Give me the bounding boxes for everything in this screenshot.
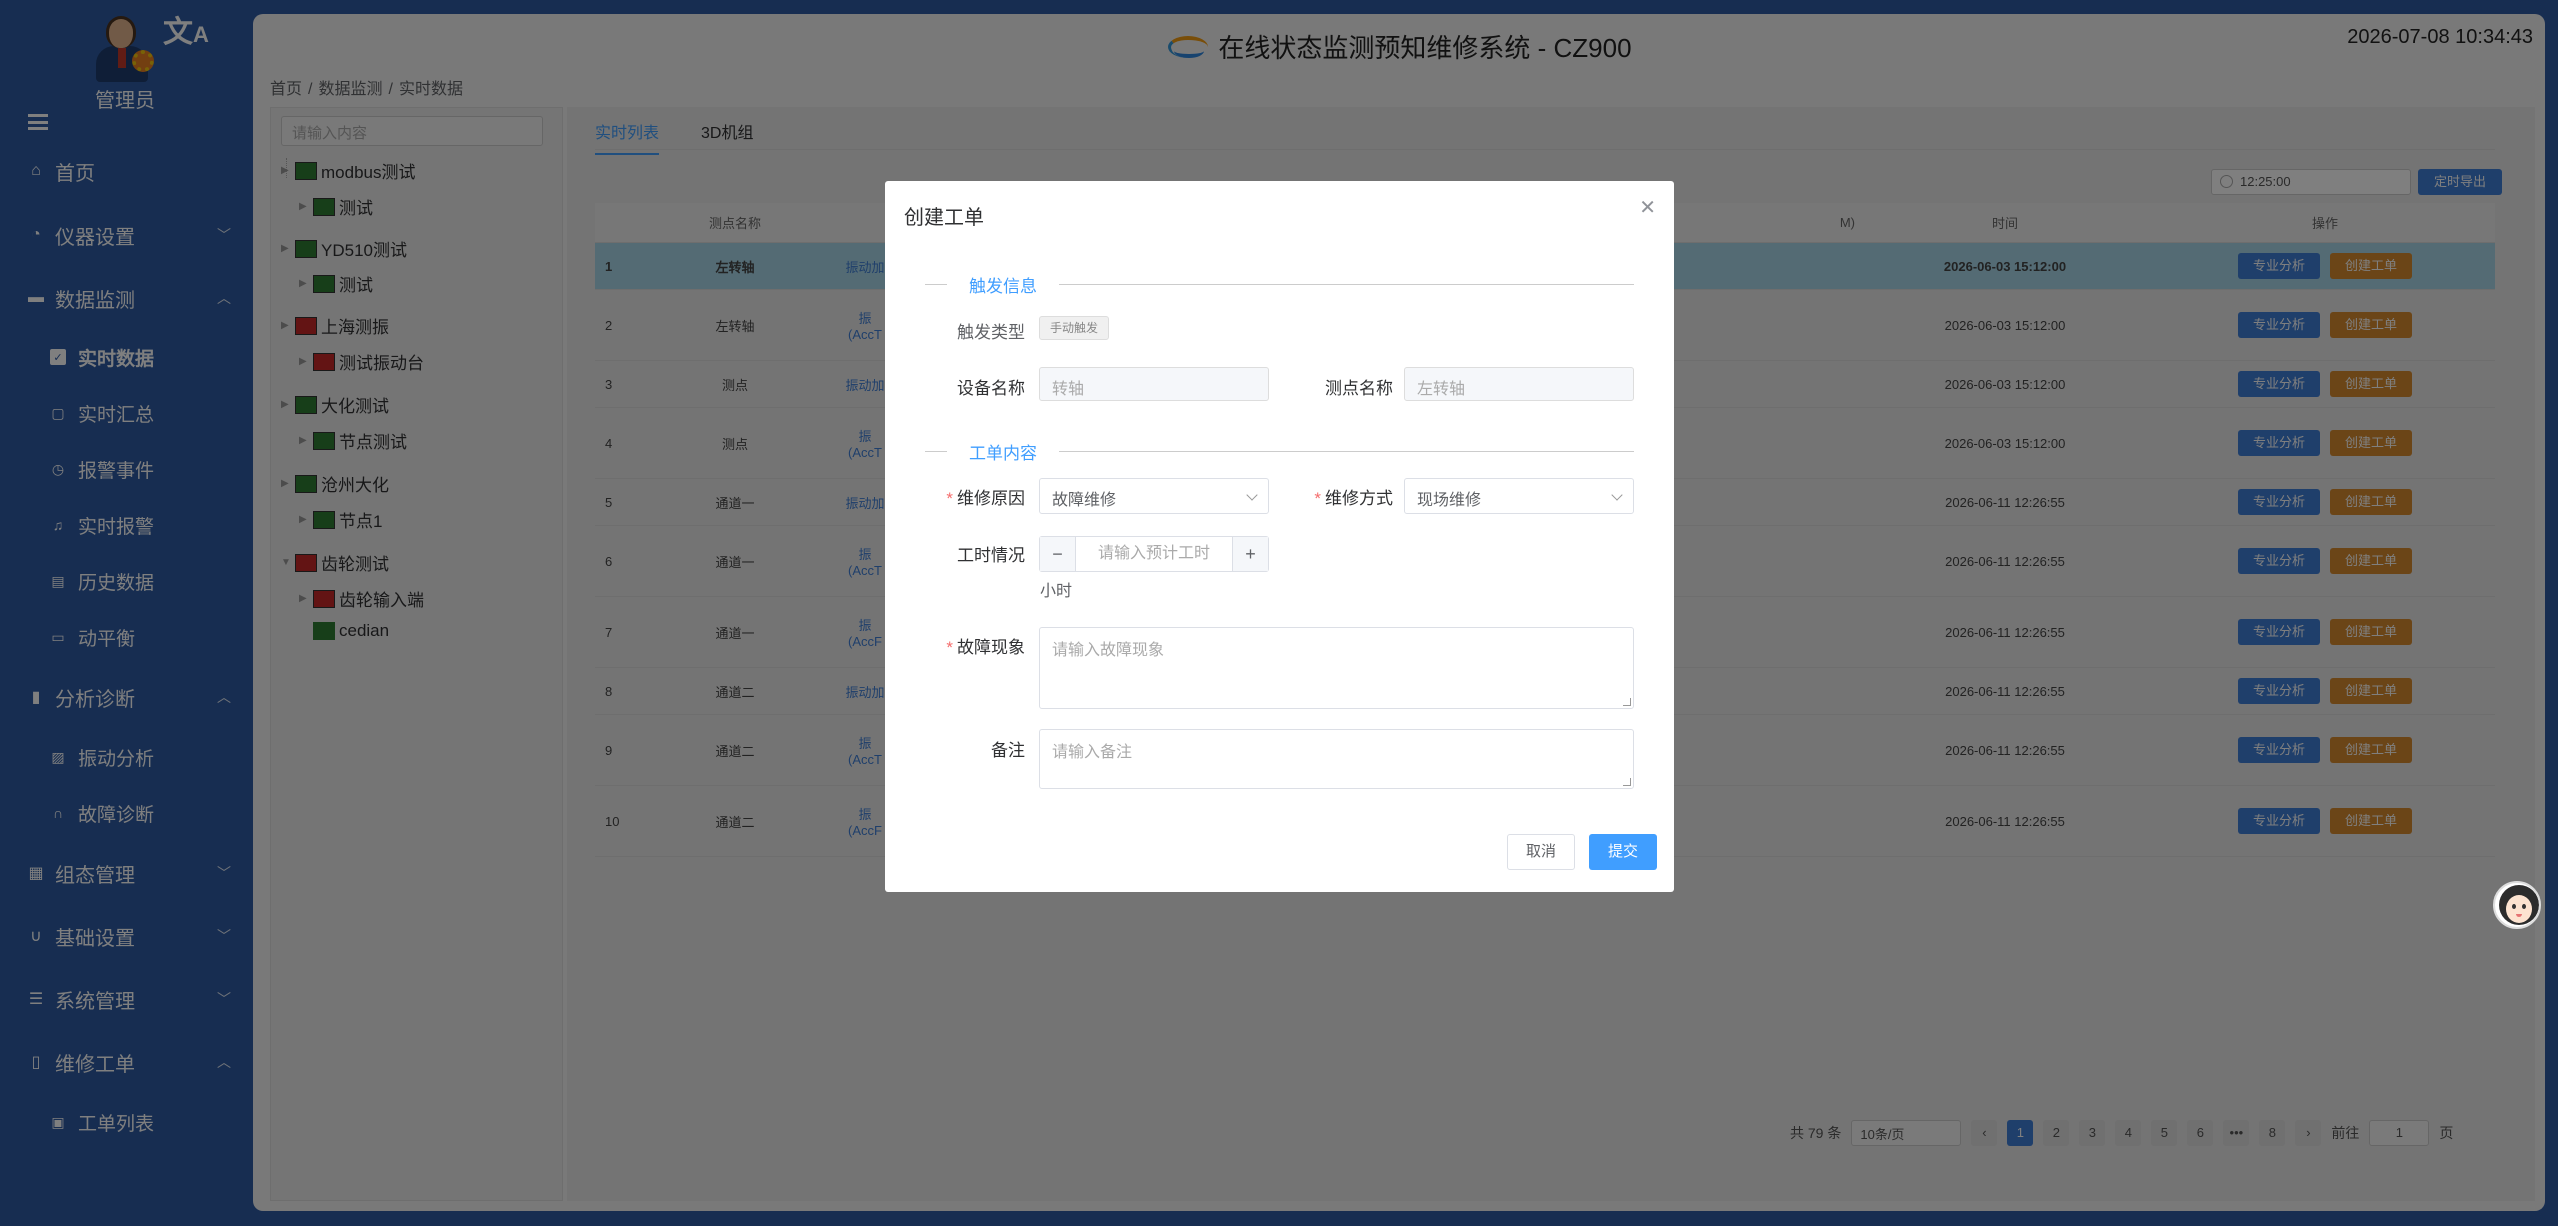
trigger-type-label: 触发类型 [957, 323, 1025, 342]
work-hours-stepper: − 请输入预计工时 + [1039, 536, 1269, 572]
chevron-down-icon [1246, 489, 1258, 501]
select-value: 故障维修 [1052, 492, 1117, 509]
label-text: 维修原因 [957, 489, 1025, 508]
section-title: 触发信息 [969, 276, 1037, 296]
close-icon[interactable]: ✕ [1639, 195, 1656, 220]
increment-button[interactable]: + [1232, 537, 1268, 571]
resize-handle[interactable] [1623, 698, 1631, 706]
fault-phenomenon-textarea[interactable]: 请输入故障现象 [1039, 627, 1634, 709]
create-ticket-dialog: 创建工单 ✕ 触发信息 触发类型 手动触发 设备名称 转轴 测点名称 左转轴 工… [885, 181, 1674, 892]
section-trigger-info: 触发信息 [925, 274, 1634, 296]
assistant-avatar[interactable] [2493, 881, 2541, 929]
device-name-field[interactable]: 转轴 [1039, 367, 1269, 401]
work-hours-input[interactable]: 请输入预计工时 [1076, 537, 1232, 571]
trigger-type-tag: 手动触发 [1039, 316, 1110, 340]
resize-handle[interactable] [1623, 778, 1631, 786]
label-text: 维修方式 [1325, 489, 1393, 508]
select-value: 现场维修 [1417, 492, 1482, 509]
repair-reason-label: * 维修原因 [946, 489, 1025, 508]
device-name-label: 设备名称 [957, 379, 1025, 398]
hours-unit: 小时 [1040, 583, 1073, 600]
section-ticket-content: 工单内容 [925, 441, 1634, 463]
point-name-field[interactable]: 左转轴 [1404, 367, 1634, 401]
textarea-placeholder: 请输入故障现象 [1052, 642, 1165, 659]
submit-button[interactable]: 提交 [1589, 834, 1657, 870]
repair-method-select[interactable]: 现场维修 [1404, 478, 1634, 514]
decrement-button[interactable]: − [1040, 537, 1076, 571]
repair-reason-select[interactable]: 故障维修 [1039, 478, 1269, 514]
point-name-label: 测点名称 [1325, 379, 1393, 398]
fault-phenomenon-label: * 故障现象 [946, 638, 1025, 657]
work-hours-label: 工时情况 [957, 546, 1025, 565]
section-title: 工单内容 [969, 443, 1037, 463]
remark-textarea[interactable]: 请输入备注 [1039, 729, 1634, 789]
remark-label: 备注 [991, 741, 1025, 760]
chevron-down-icon [1611, 489, 1623, 501]
dialog-title: 创建工单 [904, 207, 984, 229]
cancel-button[interactable]: 取消 [1507, 834, 1575, 870]
repair-method-label: * 维修方式 [1314, 489, 1393, 508]
textarea-placeholder: 请输入备注 [1052, 744, 1133, 761]
label-text: 故障现象 [957, 638, 1025, 657]
